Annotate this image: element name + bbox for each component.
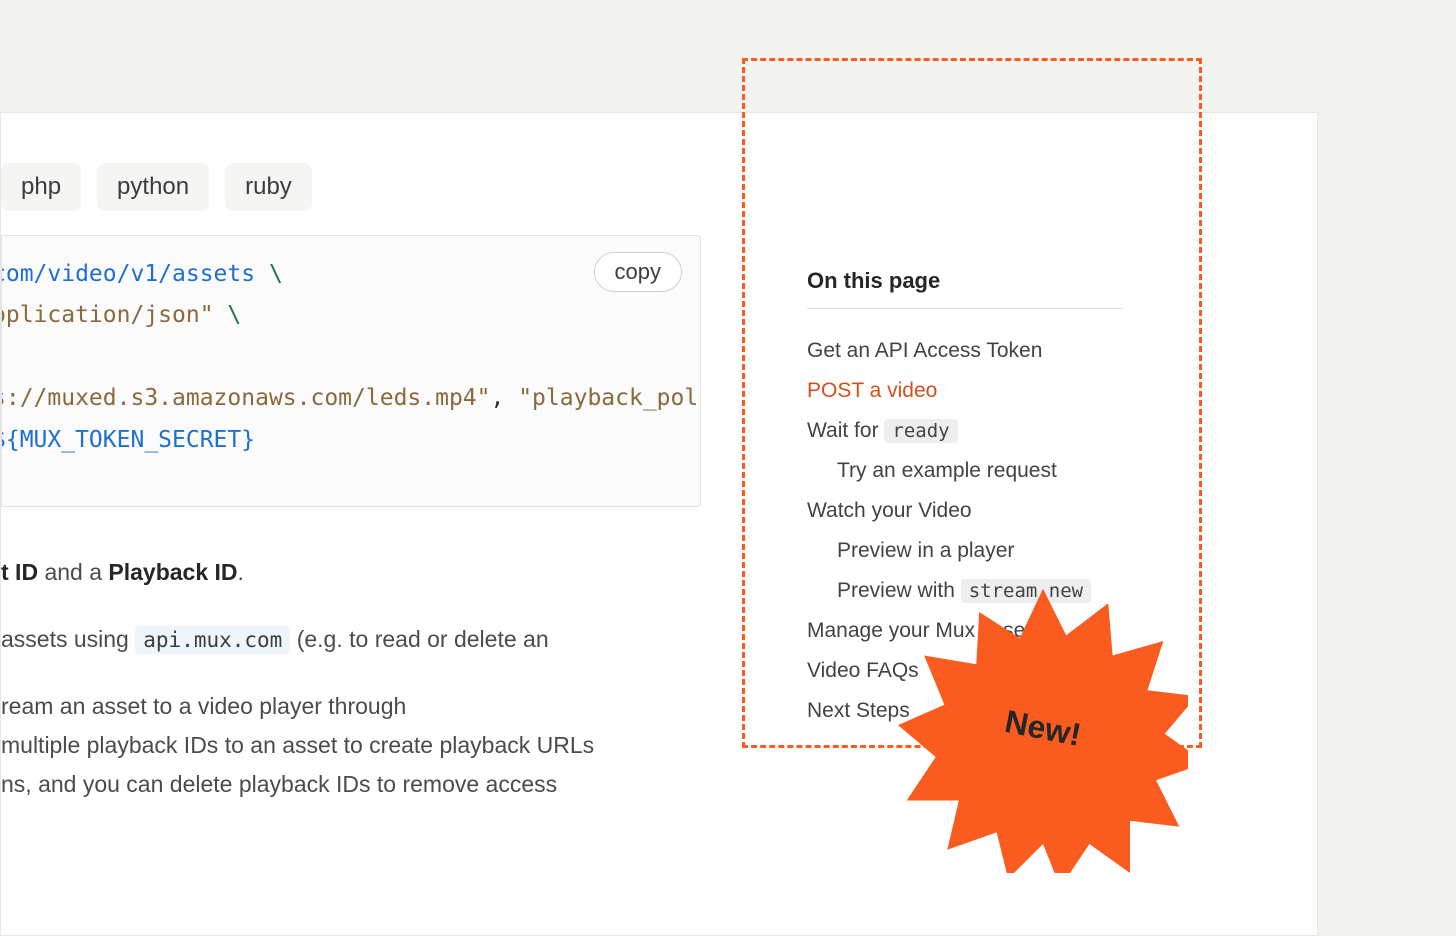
body-text: t ID and a Playback ID. assets using api… [1, 553, 641, 832]
code-line: s://muxed.s3.amazonaws.com/leds.mp4", "p… [1, 378, 700, 419]
toc-item-api-token[interactable]: Get an API Access Token [807, 331, 1123, 371]
toc-item-wait-ready[interactable]: Wait for ready [807, 411, 1123, 451]
paragraph: ream an asset to a video player through … [1, 687, 641, 804]
paragraph: assets using api.mux.com (e.g. to read o… [1, 620, 641, 659]
bold-text: Playback ID [108, 559, 237, 585]
tab-ruby[interactable]: ruby [225, 163, 312, 211]
toc-item-try-example[interactable]: Try an example request [807, 451, 1123, 491]
copy-button[interactable]: copy [594, 252, 682, 292]
new-badge-label: New! [873, 558, 1213, 898]
code-line: ${MUX_TOKEN_SECRET} [1, 420, 700, 461]
tab-python[interactable]: python [97, 163, 209, 211]
toc-title: On this page [807, 268, 1123, 309]
inline-code: api.mux.com [135, 626, 290, 654]
code-block: copy com/video/v1/assets \ pplication/js… [1, 235, 701, 507]
toc-item-post-video[interactable]: POST a video [807, 371, 1123, 411]
paragraph: t ID and a Playback ID. [1, 553, 641, 592]
tab-php[interactable]: php [1, 163, 81, 211]
new-badge: New! [898, 583, 1188, 873]
language-tabs: php python ruby [1, 163, 312, 211]
code-line: pplication/json" \ [1, 295, 700, 336]
bold-text: t ID [1, 559, 38, 585]
toc-item-watch-video[interactable]: Watch your Video [807, 491, 1123, 531]
code-line [1, 337, 700, 378]
inline-code: ready [884, 419, 957, 443]
